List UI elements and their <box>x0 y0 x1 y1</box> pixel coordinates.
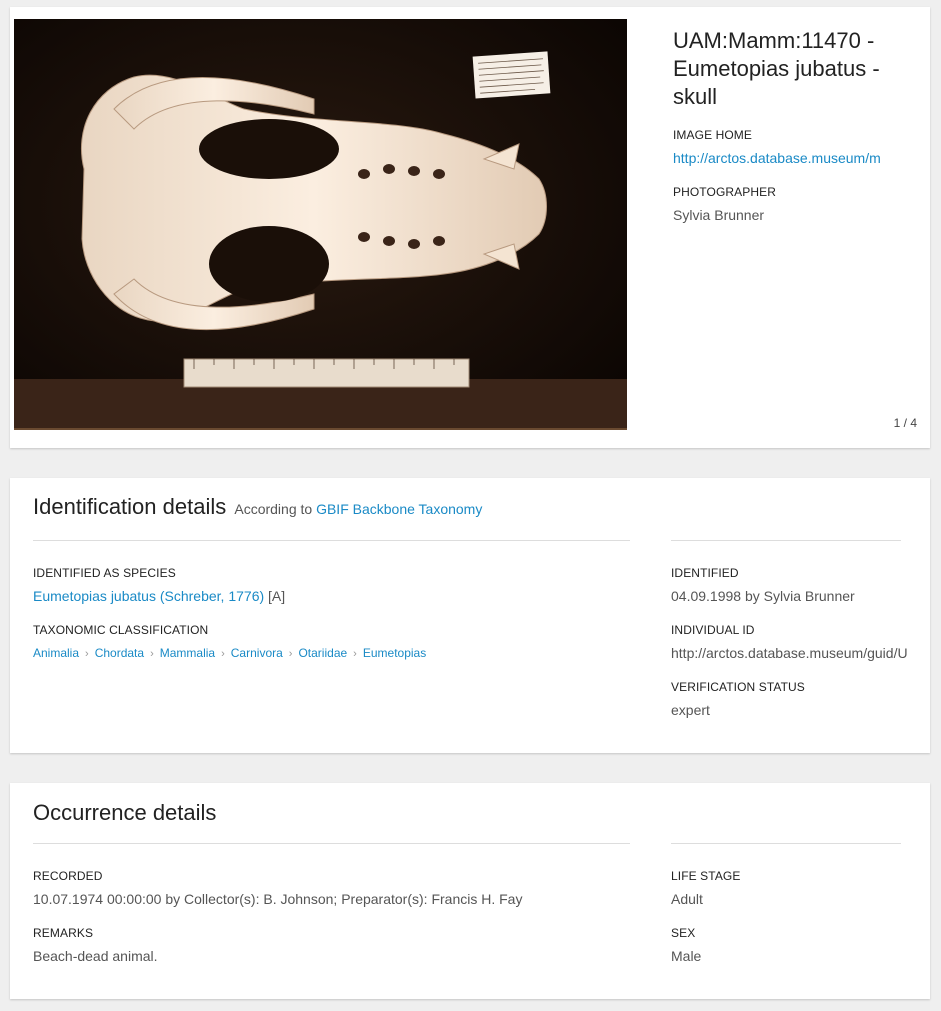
identification-heading: Identification details <box>33 494 227 519</box>
photographer-label: PHOTOGRAPHER <box>673 185 776 199</box>
according-to-prefix: According to <box>234 501 313 517</box>
crumb-separator: › <box>353 648 357 660</box>
image-card: UAM:Mamm:11470 - Eumetopias jubatus - sk… <box>10 7 930 448</box>
identification-title: Identification details According to GBIF… <box>33 494 482 520</box>
crumb-separator: › <box>150 648 154 660</box>
recorded-value: 10.07.1974 00:00:00 by Collector(s): B. … <box>33 891 523 907</box>
identification-card: Identification details According to GBIF… <box>10 478 930 753</box>
remarks-value: Beach-dead animal. <box>33 948 158 964</box>
taxon-order-link[interactable]: Carnivora <box>231 646 283 660</box>
species-link[interactable]: Eumetopias jubatus (Schreber, 1776) <box>33 588 264 604</box>
photographer-value: Sylvia Brunner <box>673 207 765 223</box>
image-home-link[interactable]: http://arctos.database.museum/m <box>673 150 930 166</box>
crumb-separator: › <box>85 648 89 660</box>
taxon-phylum-link[interactable]: Chordata <box>95 646 144 660</box>
crumb-separator: › <box>288 648 293 660</box>
identified-as-value: Eumetopias jubatus (Schreber, 1776) [A] <box>33 588 285 604</box>
taxon-class-link[interactable]: Mammalia <box>160 646 215 660</box>
divider-right <box>671 843 901 844</box>
divider-right <box>671 540 901 541</box>
recorded-label: RECORDED <box>33 869 103 883</box>
individual-id-label: INDIVIDUAL ID <box>671 623 755 637</box>
image-home-label: IMAGE HOME <box>673 128 753 142</box>
verification-status-label: VERIFICATION STATUS <box>671 680 805 694</box>
remarks-label: REMARKS <box>33 926 94 940</box>
identified-as-label: IDENTIFIED AS SPECIES <box>33 566 176 580</box>
identified-label: IDENTIFIED <box>671 566 739 580</box>
gbif-backbone-link[interactable]: GBIF Backbone Taxonomy <box>316 501 482 517</box>
image-pager: 1 / 4 <box>893 416 917 430</box>
specimen-photo[interactable] <box>14 19 627 430</box>
classification-label: TAXONOMIC CLASSIFICATION <box>33 623 209 637</box>
life-stage-value: Adult <box>671 891 703 907</box>
occurrence-card: Occurrence details RECORDED 10.07.1974 0… <box>10 783 930 999</box>
crumb-separator: › <box>221 648 225 660</box>
individual-id-value: http://arctos.database.museum/guid/U <box>671 645 908 661</box>
image-title: UAM:Mamm:11470 - Eumetopias jubatus - sk… <box>673 28 880 109</box>
taxon-family-link[interactable]: Otariidae <box>298 646 347 660</box>
sex-label: SEX <box>671 926 696 940</box>
verification-status-value: expert <box>671 702 710 718</box>
skull-image <box>14 19 627 428</box>
life-stage-label: LIFE STAGE <box>671 869 741 883</box>
species-suffix: [A] <box>268 588 286 604</box>
divider-left <box>33 540 630 541</box>
occurrence-title: Occurrence details <box>33 800 217 825</box>
classification-breadcrumb: Animalia › Chordata › Mammalia › Carnivora › Ota… <box>33 646 426 660</box>
taxon-kingdom-link[interactable]: Animalia <box>33 646 79 660</box>
taxon-genus-link[interactable]: Eumetopias <box>363 646 426 660</box>
sex-value: Male <box>671 948 702 964</box>
divider-left <box>33 843 630 844</box>
identified-value: 04.09.1998 by Sylvia Brunner <box>671 588 855 604</box>
